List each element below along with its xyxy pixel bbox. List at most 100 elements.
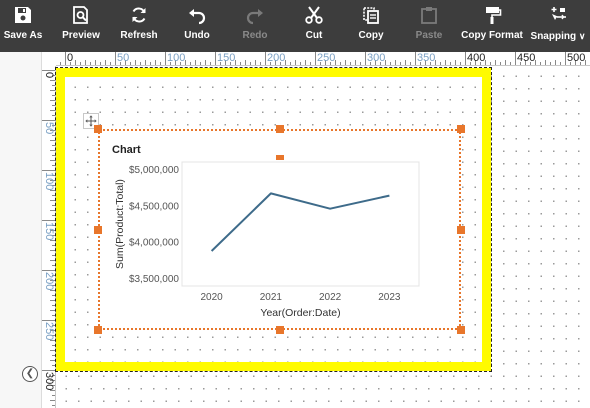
ruler-tick xyxy=(390,62,391,65)
ruler-tick xyxy=(400,62,401,65)
ruler-tick xyxy=(140,62,141,65)
ruler-label: 50 xyxy=(117,52,130,64)
copy-label: Copy xyxy=(358,30,384,41)
cut-icon xyxy=(301,0,327,30)
ruler-label: 100 xyxy=(43,172,55,191)
ruler-tick xyxy=(560,62,561,65)
cut-label: Cut xyxy=(305,30,323,41)
ruler-tick xyxy=(255,60,256,65)
ruler-tick xyxy=(95,60,96,65)
ruler-corner xyxy=(42,52,56,66)
ruler-tick xyxy=(350,62,351,65)
ruler-tick xyxy=(405,60,406,65)
ruler-label: 300 xyxy=(367,52,386,64)
ruler-tick xyxy=(565,52,566,65)
ruler-label: 0 xyxy=(43,72,55,79)
collapse-panel-button[interactable]: ❮ xyxy=(22,366,38,382)
ruler-label: 450 xyxy=(517,52,536,64)
ruler-label: 500 xyxy=(567,52,586,64)
ruler-tick xyxy=(345,60,346,65)
paste-label: Paste xyxy=(415,30,443,41)
ruler-tick xyxy=(365,52,366,65)
ruler-tick xyxy=(130,62,131,65)
copy-icon xyxy=(358,0,384,30)
resize-handle-sw[interactable] xyxy=(94,326,102,334)
y-tick-label: $5,000,000 xyxy=(129,165,179,176)
x-axis-title: Year(Order:Date) xyxy=(260,307,340,319)
save-as-button[interactable]: Save As xyxy=(4,0,42,52)
undo-label: Undo xyxy=(184,30,210,41)
ruler-tick xyxy=(465,52,466,65)
ruler-tick xyxy=(355,60,356,65)
ruler-tick xyxy=(460,62,461,65)
ruler-tick xyxy=(150,62,151,65)
refresh-button[interactable]: Refresh xyxy=(120,0,158,52)
ruler-tick xyxy=(395,60,396,65)
ruler-tick xyxy=(545,60,546,65)
preview-button[interactable]: Preview xyxy=(62,0,100,52)
copy-button[interactable]: Copy xyxy=(356,0,386,52)
toolbar: Save As Preview Refresh Undo Redo Cut Co… xyxy=(0,0,590,52)
resize-handle-n[interactable] xyxy=(276,125,284,133)
y-tick-label: $4,500,000 xyxy=(129,201,179,212)
ruler-label: 200 xyxy=(43,272,55,291)
plot-area xyxy=(181,161,420,287)
ruler-tick xyxy=(52,395,55,396)
resize-handle-se[interactable] xyxy=(457,326,465,334)
ruler-label: 50 xyxy=(43,122,55,135)
ruler-tick xyxy=(155,60,156,65)
save-as-label: Save As xyxy=(3,30,43,41)
ruler-tick xyxy=(250,62,251,65)
ruler-tick xyxy=(445,60,446,65)
ruler-tick xyxy=(42,370,55,371)
ruler-tick xyxy=(100,62,101,65)
cut-button[interactable]: Cut xyxy=(300,0,328,52)
y-tick-label: $4,000,000 xyxy=(129,238,179,249)
redo-button[interactable]: Redo xyxy=(238,0,272,52)
ruler-tick xyxy=(490,62,491,65)
resize-handle-nw[interactable] xyxy=(94,125,102,133)
undo-button[interactable]: Undo xyxy=(180,0,214,52)
ruler-tick xyxy=(215,52,216,65)
ruler-tick xyxy=(410,62,411,65)
ruler-label: 350 xyxy=(417,52,436,64)
ruler-tick xyxy=(340,62,341,65)
refresh-label: Refresh xyxy=(120,30,158,41)
x-tick-label: 2020 xyxy=(201,292,224,303)
snapping-label: Snapping ∨ xyxy=(530,31,586,42)
vertical-ruler: 0 50 100 150 200 250 300 xyxy=(42,66,56,408)
x-tick-label: 2022 xyxy=(319,292,342,303)
ruler-tick xyxy=(360,62,361,65)
ruler-label: 100 xyxy=(167,52,186,64)
snapping-button[interactable]: Snapping ∨ xyxy=(528,0,588,52)
ruler-tick xyxy=(135,60,136,65)
ruler-tick xyxy=(550,62,551,65)
ruler-tick xyxy=(42,120,55,121)
ruler-tick xyxy=(110,62,111,65)
ruler-label: 250 xyxy=(43,322,55,341)
resize-handle-s[interactable] xyxy=(276,326,284,334)
copy-format-button[interactable]: Copy Format xyxy=(461,0,523,52)
format-painter-icon xyxy=(479,0,505,30)
ruler-tick xyxy=(90,62,91,65)
ruler-tick xyxy=(555,60,556,65)
ruler-label: 150 xyxy=(43,222,55,241)
resize-handle-ne[interactable] xyxy=(457,125,465,133)
x-tick-label: 2023 xyxy=(378,292,401,303)
preview-label: Preview xyxy=(62,30,100,41)
ruler-tick xyxy=(455,60,456,65)
paste-button[interactable]: Paste xyxy=(412,0,446,52)
ruler-tick xyxy=(505,60,506,65)
ruler-tick xyxy=(105,60,106,65)
ruler-tick xyxy=(305,60,306,65)
ruler-tick xyxy=(42,270,55,271)
ruler-tick xyxy=(165,52,166,65)
x-tick-label: 2021 xyxy=(260,292,283,303)
ruler-tick xyxy=(52,405,55,406)
line-chart: $3,500,000 $4,000,000 $4,500,000 $5,000,000… xyxy=(114,161,420,319)
preview-icon xyxy=(68,0,94,30)
ruler-tick xyxy=(190,62,191,65)
ruler-tick xyxy=(260,62,261,65)
ruler-tick xyxy=(65,52,66,65)
redo-label: Redo xyxy=(242,30,268,41)
